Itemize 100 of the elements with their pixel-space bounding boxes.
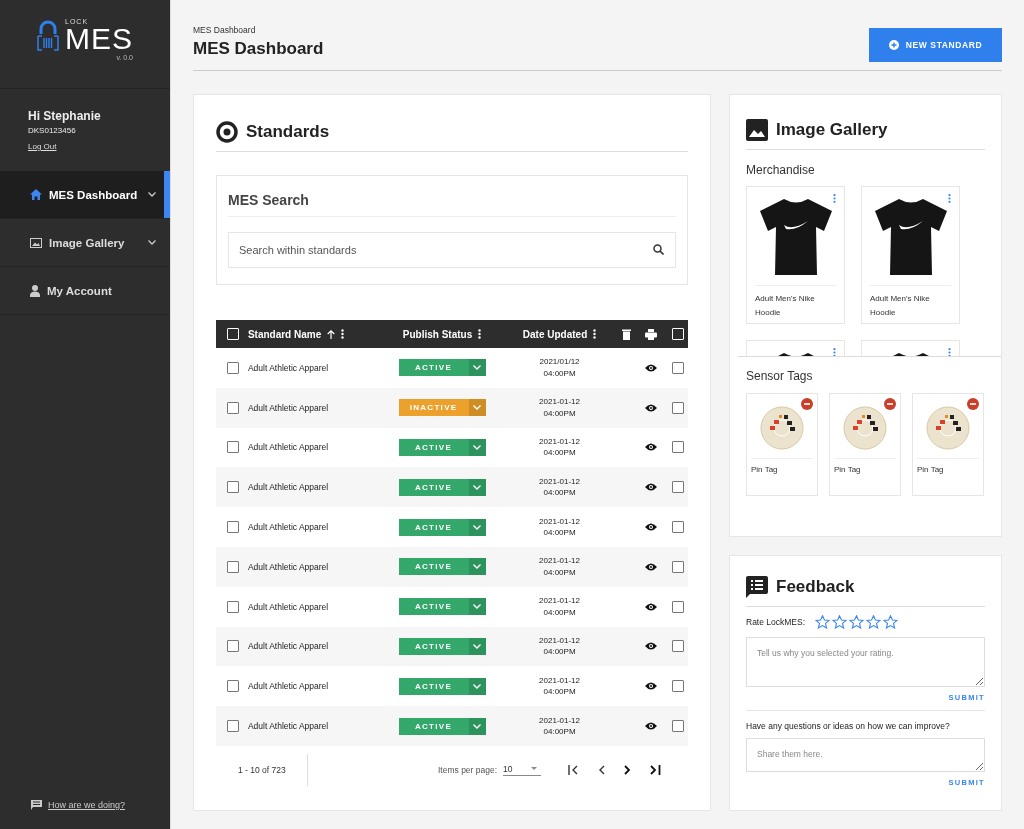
table-row[interactable]: Adult Athletic Apparel ACTIVE 2021-01-12 04:00PM [216, 586, 688, 627]
star-icon[interactable] [815, 615, 831, 629]
date-updated: 2021-01-12 04:00PM [538, 714, 581, 738]
eye-icon[interactable] [645, 722, 658, 731]
row-checkbox[interactable] [672, 441, 685, 454]
column-header[interactable]: Date Updated [522, 328, 588, 340]
eye-icon[interactable] [645, 443, 658, 452]
eye-icon[interactable] [645, 642, 658, 651]
table-row[interactable]: Adult Athletic Apparel INACTIVE 2021-01-12 04:00PM [216, 387, 688, 428]
row-checkbox[interactable] [226, 720, 239, 733]
eye-icon[interactable] [645, 562, 658, 571]
standard-name: Adult Athletic Apparel [247, 402, 330, 413]
column-header[interactable]: Publish Status [402, 328, 473, 340]
chevron-down-icon [473, 683, 482, 689]
row-checkbox[interactable] [672, 560, 685, 573]
standard-name: Adult Athletic Apparel [247, 641, 330, 652]
more-vertical-icon[interactable] [478, 329, 482, 339]
row-checkbox[interactable] [226, 680, 239, 693]
new-standard-button[interactable]: NEW STANDARD [869, 28, 1002, 62]
star-icon[interactable] [866, 615, 882, 629]
first-page-icon[interactable] [567, 764, 579, 775]
sensor-tag-tile[interactable]: Pin Tag [829, 393, 901, 496]
eye-icon[interactable] [645, 363, 658, 372]
row-checkbox[interactable] [226, 560, 239, 573]
last-page-icon[interactable] [649, 764, 661, 775]
nav-item[interactable]: Image Gallery [0, 219, 170, 267]
table-row[interactable]: Adult Athletic Apparel ACTIVE 2021-01-12 04:00PM [216, 706, 688, 746]
ideas-field[interactable]: Share them here. [746, 738, 985, 772]
header-checkbox[interactable] [672, 328, 685, 340]
remove-icon[interactable] [884, 398, 896, 410]
row-checkbox[interactable] [226, 600, 239, 613]
card-title: Standards [246, 122, 330, 142]
row-checkbox[interactable] [672, 680, 685, 693]
search-field[interactable]: Search within standards [228, 232, 676, 268]
row-checkbox[interactable] [672, 401, 685, 414]
sensor-tag-tile[interactable]: Pin Tag [912, 393, 984, 496]
table-row[interactable]: Adult Athletic Apparel ACTIVE 2021/01/12 04:00PM [216, 348, 688, 388]
row-checkbox[interactable] [672, 361, 685, 374]
row-checkbox[interactable] [226, 481, 239, 494]
standard-name: Adult Athletic Apparel [247, 721, 330, 732]
remove-icon[interactable] [967, 398, 979, 410]
row-checkbox[interactable] [672, 521, 685, 534]
table-row[interactable]: Adult Athletic Apparel ACTIVE 2021-01-12 04:00PM [216, 666, 688, 707]
row-checkbox[interactable] [226, 361, 239, 374]
previous-page-icon[interactable] [597, 764, 605, 775]
items-per-page-select[interactable]: 10 [503, 763, 541, 776]
next-page-icon[interactable] [623, 764, 631, 775]
image-caption: Adult Men's Nike Hoodie [870, 285, 951, 320]
date-updated: 2021-01-12 04:00PM [538, 515, 581, 539]
logout-link[interactable]: Log Out [28, 142, 57, 151]
chevron-down-icon [473, 365, 482, 371]
date-updated: 2021-01-12 04:00PM [538, 634, 581, 658]
star-icon[interactable] [832, 615, 848, 629]
standard-name: Adult Athletic Apparel [247, 362, 330, 373]
chevron-down-icon [473, 723, 482, 729]
image-caption: Pin Tag [917, 458, 979, 477]
eye-icon[interactable] [645, 483, 658, 492]
select-all-checkbox[interactable] [226, 328, 239, 340]
feedback-link[interactable]: How are we doing? [48, 800, 126, 810]
rating-reason-field[interactable]: Tell us why you selected your rating. [746, 637, 985, 687]
table-row[interactable]: Adult Athletic Apparel ACTIVE 2021-01-12 04:00PM [216, 427, 688, 468]
more-vertical-icon[interactable] [341, 329, 345, 339]
merchandise-tile[interactable]: Adult Men's Nike Hoodie [746, 186, 845, 324]
sensor-tag-tile[interactable]: Pin Tag [746, 393, 818, 496]
eye-icon[interactable] [645, 523, 658, 532]
merchandise-tile[interactable]: Adult Men's Nike Hoodie [861, 186, 960, 324]
row-checkbox[interactable] [226, 401, 239, 414]
print-icon[interactable] [645, 328, 658, 340]
breadcrumb[interactable]: MES Dashboard [193, 25, 324, 35]
row-checkbox[interactable] [226, 441, 239, 454]
card-title: Image Gallery [776, 120, 888, 140]
row-checkbox[interactable] [672, 720, 685, 733]
standard-name: Adult Athletic Apparel [247, 522, 330, 533]
sort-up-icon[interactable] [327, 329, 336, 339]
improvement-question: Have any questions or ideas on how we can improve? [746, 710, 985, 731]
eye-icon[interactable] [645, 602, 658, 611]
standard-name: Adult Athletic Apparel [247, 561, 330, 572]
star-icon[interactable] [849, 615, 865, 629]
more-vertical-icon[interactable] [593, 329, 597, 339]
table-row[interactable]: Adult Athletic Apparel ACTIVE 2021-01-12 04:00PM [216, 467, 688, 508]
row-checkbox[interactable] [226, 521, 239, 534]
eye-icon[interactable] [645, 403, 658, 412]
date-updated: 2021-01-12 04:00PM [538, 674, 581, 698]
star-icon[interactable] [883, 615, 899, 629]
remove-icon[interactable] [801, 398, 813, 410]
table-row[interactable]: Adult Athletic Apparel ACTIVE 2021-01-12 04:00PM [216, 547, 688, 587]
column-header[interactable]: Standard Name [247, 328, 322, 340]
trash-icon[interactable] [621, 328, 631, 340]
table-row[interactable]: Adult Athletic Apparel ACTIVE 2021-01-12 04:00PM [216, 626, 688, 667]
row-checkbox[interactable] [672, 481, 685, 494]
table-row[interactable]: Adult Athletic Apparel ACTIVE 2021-01-12 04:00PM [216, 507, 688, 547]
section-title: Sensor Tags [746, 369, 814, 383]
date-updated: 2021-01-12 04:00PM [538, 396, 581, 420]
eye-icon[interactable] [645, 682, 658, 691]
row-checkbox[interactable] [672, 600, 685, 613]
star-rating[interactable] [815, 615, 899, 629]
nav-item[interactable]: MES Dashboard [0, 171, 170, 219]
row-checkbox[interactable] [226, 640, 239, 653]
row-checkbox[interactable] [672, 640, 685, 653]
nav-item[interactable]: My Account [0, 267, 170, 315]
